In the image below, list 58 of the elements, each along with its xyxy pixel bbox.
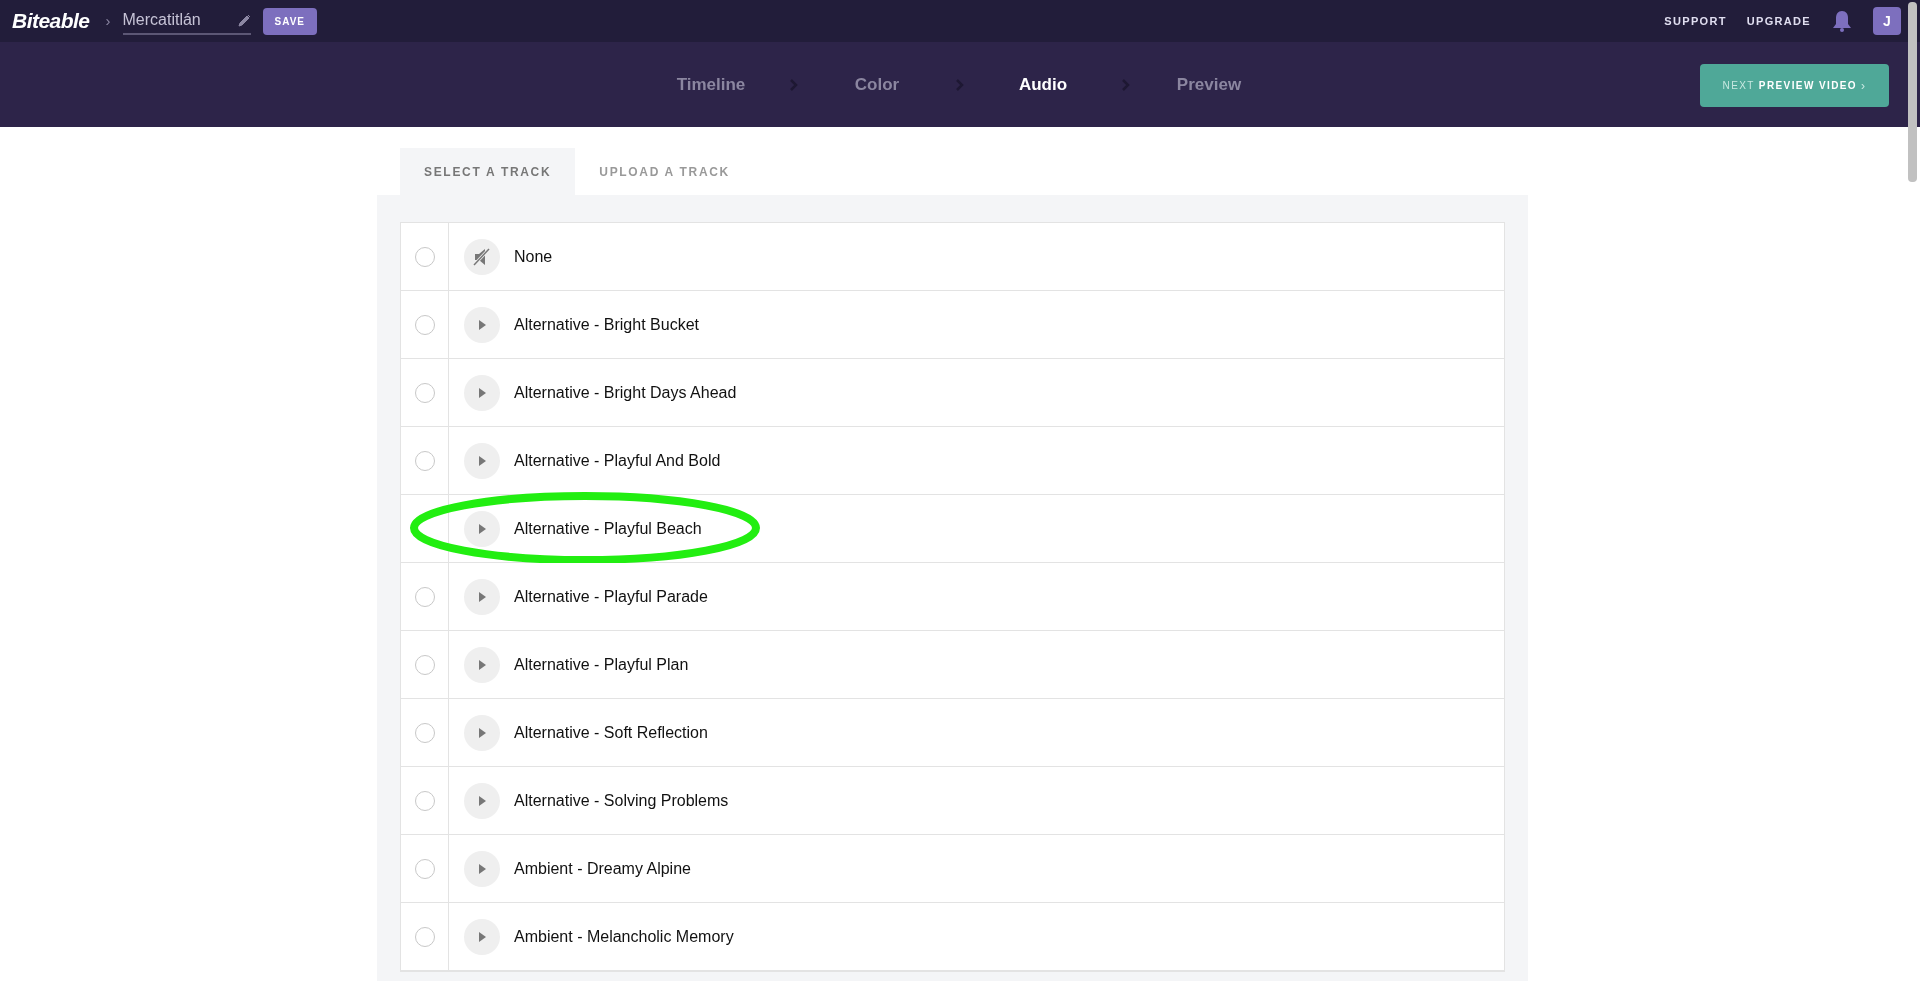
- avatar[interactable]: J: [1873, 7, 1901, 35]
- radio-button[interactable]: [414, 790, 435, 811]
- radio-button[interactable]: [414, 654, 435, 675]
- play-icon[interactable]: [464, 578, 500, 615]
- track-row[interactable]: Ambient - Dreamy Alpine: [401, 835, 1504, 903]
- save-button[interactable]: SAVE: [262, 7, 317, 35]
- radio-button[interactable]: [414, 450, 435, 471]
- play-icon[interactable]: [464, 374, 500, 411]
- track-name: Alternative - Playful And Bold: [514, 450, 721, 471]
- radio-button[interactable]: [414, 926, 435, 947]
- track-row[interactable]: Alternative - Bright Bucket: [401, 291, 1504, 359]
- radio-button[interactable]: [414, 858, 435, 879]
- play-icon[interactable]: [464, 850, 500, 887]
- track-name: Alternative - Playful Beach: [514, 518, 702, 539]
- track-name: Alternative - Playful Parade: [514, 586, 708, 607]
- track-name: Ambient - Dreamy Alpine: [514, 858, 691, 879]
- logo[interactable]: Biteable: [12, 5, 90, 37]
- radio-button[interactable]: [414, 314, 435, 335]
- step-tab[interactable]: Timeline: [672, 71, 750, 98]
- play-icon[interactable]: [464, 510, 500, 547]
- track-row[interactable]: Alternative - Solving Problems: [401, 767, 1504, 835]
- track-row[interactable]: Alternative - Playful And Bold: [401, 427, 1504, 495]
- play-icon[interactable]: [464, 782, 500, 819]
- track-name: Alternative - Solving Problems: [514, 790, 729, 811]
- muted-speaker-icon[interactable]: [464, 238, 500, 275]
- track-name: Alternative - Bright Days Ahead: [514, 382, 737, 403]
- step-tab[interactable]: Color: [838, 71, 916, 98]
- track-row[interactable]: Alternative - Soft Reflection: [401, 699, 1504, 767]
- track-name: Alternative - Soft Reflection: [514, 722, 708, 743]
- radio-button[interactable]: [414, 382, 435, 403]
- track-row[interactable]: Alternative - Playful Parade: [401, 563, 1504, 631]
- track-name: Alternative - Playful Plan: [514, 654, 689, 675]
- play-icon[interactable]: [464, 442, 500, 479]
- project-name-field[interactable]: Mercatitlán: [122, 7, 251, 35]
- breadcrumb-separator: ›: [105, 10, 111, 31]
- track-row[interactable]: Alternative - Bright Days Ahead: [401, 359, 1504, 427]
- bell-icon[interactable]: [1831, 9, 1853, 33]
- nav-link[interactable]: UPGRADE: [1746, 12, 1811, 30]
- track-name: None: [514, 246, 553, 267]
- scrollbar[interactable]: [1908, 2, 1917, 182]
- track-name: Ambient - Melancholic Memory: [514, 926, 734, 947]
- track-row[interactable]: Alternative - Playful Plan: [401, 631, 1504, 699]
- radio-button[interactable]: [414, 246, 435, 267]
- track-name: Alternative - Bright Bucket: [514, 314, 699, 335]
- play-icon[interactable]: [464, 306, 500, 343]
- play-icon[interactable]: [464, 714, 500, 751]
- track-tab[interactable]: SELECT A TRACK: [400, 148, 576, 195]
- track-row[interactable]: Ambient - Melancholic Memory: [401, 903, 1504, 971]
- radio-button[interactable]: [414, 722, 435, 743]
- radio-button[interactable]: [414, 586, 435, 607]
- play-icon[interactable]: [464, 646, 500, 683]
- track-row[interactable]: None: [401, 223, 1504, 291]
- play-icon[interactable]: [464, 918, 500, 955]
- step-tab[interactable]: Audio: [1004, 71, 1082, 98]
- pencil-icon[interactable]: [237, 13, 251, 27]
- step-tab[interactable]: Preview: [1170, 71, 1248, 98]
- track-row[interactable]: Alternative - Playful Beach: [401, 495, 1504, 563]
- nav-link[interactable]: SUPPORT: [1664, 12, 1727, 30]
